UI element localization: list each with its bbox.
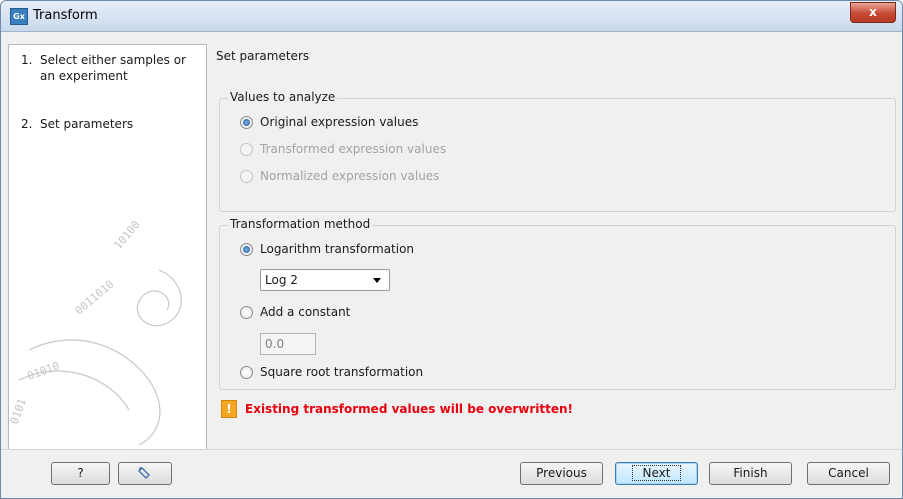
reset-icon xyxy=(138,467,150,479)
field-value: 0.0 xyxy=(265,337,285,351)
main-content: Set parameters Values to analyze Origina… xyxy=(207,44,902,449)
dropdown-value: Log 2 xyxy=(265,273,298,287)
warning-icon: ! xyxy=(221,400,237,418)
svg-text:10100: 10100 xyxy=(111,218,142,252)
step-number: 2. xyxy=(21,117,33,131)
radio-logarithm-transformation[interactable]: Logarithm transformation xyxy=(240,241,414,257)
transformation-method-group: Transformation method Logarithm transfor… xyxy=(219,217,896,390)
step-label: Set parameters xyxy=(40,117,134,131)
radio-original-expression-values[interactable]: Original expression values xyxy=(240,114,418,130)
radio-button[interactable] xyxy=(240,169,253,183)
svg-text:0101: 0101 xyxy=(9,397,29,426)
radio-label: Square root transformation xyxy=(260,365,424,379)
radio-label: Add a constant xyxy=(260,305,351,319)
group-title: Transformation method xyxy=(228,217,373,231)
values-to-analyze-group: Values to analyze Original expression va… xyxy=(219,90,896,212)
svg-text:0011010: 0011010 xyxy=(73,278,117,318)
next-button-label: Next xyxy=(631,465,682,481)
radio-add-a-constant[interactable]: Add a constant xyxy=(240,304,350,320)
radio-square-root-transformation[interactable]: Square root transformation xyxy=(240,364,423,380)
radio-label: Transformed expression values xyxy=(260,142,447,156)
radio-label: Logarithm transformation xyxy=(260,242,415,256)
help-button[interactable]: ? xyxy=(51,462,110,485)
constant-value-field[interactable]: 0.0 xyxy=(260,333,316,355)
log-base-dropdown[interactable]: Log 2 xyxy=(260,269,390,291)
decorative-spiral-logo: 10100 0011010 01010 0101 xyxy=(9,218,182,446)
finish-button[interactable]: Finish xyxy=(709,462,792,485)
close-button[interactable]: x xyxy=(850,2,896,23)
overwrite-warning: ! Existing transformed values will be ov… xyxy=(221,400,573,418)
radio-button[interactable] xyxy=(240,115,253,129)
chevron-down-icon xyxy=(373,278,381,283)
cancel-button[interactable]: Cancel xyxy=(807,462,890,485)
step-label: Select either samples or an experiment xyxy=(40,53,186,83)
radio-label: Original expression values xyxy=(260,115,419,129)
svg-text:01010: 01010 xyxy=(26,359,62,383)
button-bar: ? Previous Next Finish Cancel xyxy=(1,449,902,498)
transform-dialog: Gx Transform x 1. Select either samples … xyxy=(0,0,903,499)
radio-button[interactable] xyxy=(240,142,253,156)
radio-label: Normalized expression values xyxy=(260,169,440,183)
page-title: Set parameters xyxy=(216,49,310,63)
window-title: Transform xyxy=(33,8,98,23)
reset-button[interactable] xyxy=(118,462,172,485)
step-number: 1. xyxy=(21,53,33,67)
radio-transformed-expression-values[interactable]: Transformed expression values xyxy=(240,141,446,157)
radio-button[interactable] xyxy=(240,365,253,379)
radio-button[interactable] xyxy=(240,242,253,256)
radio-normalized-expression-values[interactable]: Normalized expression values xyxy=(240,168,439,184)
warning-text: Existing transformed values will be over… xyxy=(245,402,573,416)
app-icon: Gx xyxy=(10,8,28,25)
title-bar[interactable]: Gx Transform x xyxy=(1,1,902,32)
radio-button[interactable] xyxy=(240,305,253,319)
group-title: Values to analyze xyxy=(228,90,338,104)
wizard-steps-panel: 1. Select either samples or an experimen… xyxy=(8,44,207,451)
previous-button[interactable]: Previous xyxy=(520,462,603,485)
next-button[interactable]: Next xyxy=(615,462,698,485)
